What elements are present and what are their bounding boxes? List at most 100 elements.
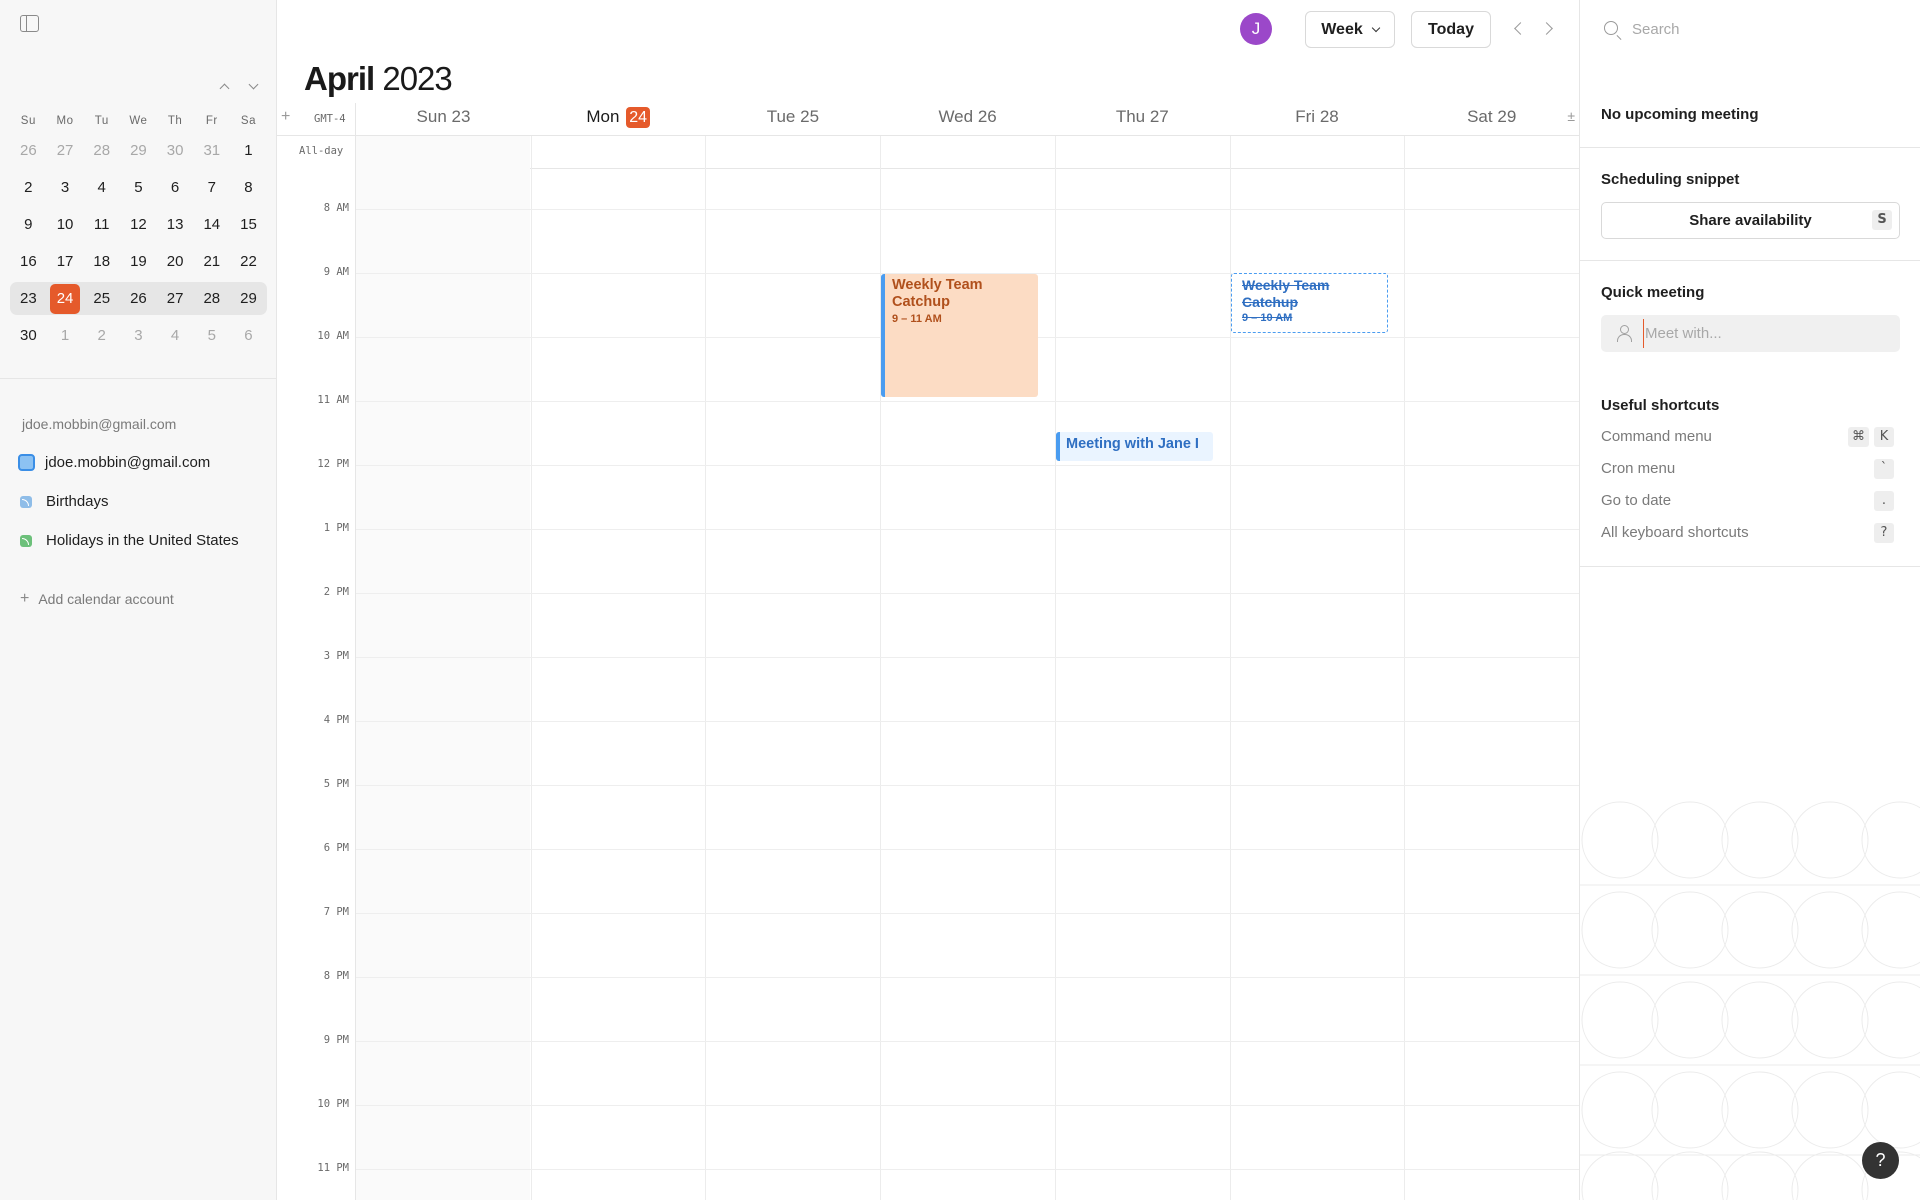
mini-calendar-day[interactable]: 20 (157, 247, 194, 277)
event-weekly-team-catchup-wed[interactable]: Weekly Team Catchup 9 – 11 AM (881, 274, 1038, 397)
day-header-wed[interactable]: Wed 26 (880, 107, 1055, 127)
calendar-item-birthdays[interactable]: Birthdays (18, 493, 109, 510)
day-header-fri[interactable]: Fri 28 (1230, 107, 1405, 127)
mini-calendar-day[interactable]: 7 (193, 173, 230, 203)
sidebar: Su Mo Tu We Th Fr Sa 26 27 28 29 30 31 1 2 3 4 5 6 7… (0, 0, 277, 1200)
add-timezone-icon[interactable]: + (281, 108, 290, 126)
mini-calendar-day[interactable]: 11 (83, 210, 120, 240)
mini-calendar-day[interactable]: 1 (47, 321, 84, 351)
day-number: 7 (207, 178, 216, 196)
day-number: 6 (244, 326, 253, 344)
calendar-item-holidays[interactable]: Holidays in the United States (18, 532, 239, 549)
mini-calendar-day[interactable]: 26 (10, 136, 47, 166)
mini-calendar-day[interactable]: 2 (83, 321, 120, 351)
mini-calendar-day[interactable]: 3 (120, 321, 157, 351)
mini-calendar-day[interactable]: 22 (230, 247, 267, 277)
hour-line (356, 1169, 1579, 1170)
mini-calendar-day[interactable]: 21 (193, 247, 230, 277)
mini-calendar-day[interactable]: 4 (83, 173, 120, 203)
day-header-sun[interactable]: Sun 23 (356, 107, 531, 127)
hour-label: 3 PM (323, 650, 349, 662)
mini-calendar-day[interactable]: 3 (47, 173, 84, 203)
shortcut-item[interactable]: Go to date. (1601, 490, 1900, 512)
event-time: 9 – 10 AM (1242, 312, 1293, 324)
day-number: 21 (203, 252, 221, 270)
hour-label: 9 AM (323, 266, 349, 278)
mini-calendar-day[interactable]: 14 (193, 210, 230, 240)
month-label: April (304, 60, 375, 97)
event-meeting-with-jane[interactable]: Meeting with Jane I (1056, 432, 1213, 461)
mini-calendar-day[interactable]: 8 (230, 173, 267, 203)
mini-calendar-day[interactable]: 15 (230, 210, 267, 240)
avatar[interactable]: J (1240, 13, 1272, 45)
mini-calendar-day[interactable]: 30 (10, 321, 47, 351)
view-select[interactable]: Week (1305, 11, 1395, 48)
mini-calendar-day[interactable]: 9 (10, 210, 47, 240)
mini-calendar-day[interactable]: 29 (230, 284, 267, 314)
mini-calendar-prev-button[interactable] (214, 76, 234, 96)
today-button[interactable]: Today (1411, 11, 1491, 48)
mini-calendar-day[interactable]: 6 (157, 173, 194, 203)
day-header-mon[interactable]: Mon 24 (531, 107, 706, 128)
help-button[interactable]: ? (1862, 1142, 1899, 1179)
quick-meeting-field[interactable] (1601, 315, 1900, 352)
prev-week-button[interactable] (1508, 19, 1528, 39)
mini-calendar: Su Mo Tu We Th Fr Sa 26 27 28 29 30 31 1 2 3 4 5 6 7… (10, 110, 267, 354)
expand-icon[interactable]: ± (1567, 108, 1575, 124)
search-input[interactable] (1632, 14, 1902, 44)
hour-line (356, 785, 1579, 786)
checkbox-icon[interactable] (18, 454, 35, 471)
mini-calendar-day[interactable]: 12 (120, 210, 157, 240)
add-calendar-account-button[interactable]: + Add calendar account (20, 590, 174, 608)
shortcut-item[interactable]: All keyboard shortcuts? (1601, 522, 1900, 544)
hour-label: 5 PM (323, 778, 349, 790)
mini-calendar-day[interactable]: 27 (47, 136, 84, 166)
mini-calendar-next-button[interactable] (243, 76, 263, 96)
shortcut-label: All keyboard shortcuts (1601, 524, 1749, 541)
mini-calendar-day[interactable]: 31 (193, 136, 230, 166)
mini-calendar-day[interactable]: 6 (230, 321, 267, 351)
weekday-label: Sa (240, 115, 256, 127)
mini-calendar-day[interactable]: 4 (157, 321, 194, 351)
mini-calendar-day[interactable]: 5 (120, 173, 157, 203)
mini-calendar-day[interactable]: 16 (10, 247, 47, 277)
mini-calendar-day[interactable]: 19 (120, 247, 157, 277)
day-header-tue[interactable]: Tue 25 (705, 107, 880, 127)
mini-calendar-day[interactable]: 26 (120, 284, 157, 314)
mini-calendar-day[interactable]: 2 (10, 173, 47, 203)
mini-calendar-day[interactable]: 1 (230, 136, 267, 166)
mini-calendar-day[interactable]: 29 (120, 136, 157, 166)
shortcut-item[interactable]: Cron menu ` (1601, 458, 1900, 480)
mini-calendar-day[interactable]: 30 (157, 136, 194, 166)
hour-label: 11 AM (317, 394, 349, 406)
right-panel: No upcoming meeting Scheduling snippet S… (1579, 0, 1920, 1200)
mini-calendar-day[interactable]: 18 (83, 247, 120, 277)
day-name: Wed (938, 107, 974, 126)
mini-calendar-day[interactable]: 10 (47, 210, 84, 240)
mini-calendar-day[interactable]: 17 (47, 247, 84, 277)
event-weekly-team-catchup-fri[interactable]: Weekly Team Catchup 9 – 10 AM (1231, 273, 1388, 333)
all-day-row[interactable] (356, 136, 1579, 169)
share-availability-button[interactable]: Share availability S (1601, 202, 1900, 239)
day-header-sat[interactable]: Sat 29 (1404, 107, 1579, 127)
next-week-button[interactable] (1539, 19, 1559, 39)
calendar-item-primary[interactable]: jdoe.mobbin@gmail.com (18, 454, 210, 471)
panel-divider (1580, 147, 1920, 148)
mini-calendar-day[interactable]: 27 (157, 284, 194, 314)
day-header-thu[interactable]: Thu 27 (1055, 107, 1230, 127)
mini-calendar-day[interactable]: 13 (157, 210, 194, 240)
all-day-label: All-day (299, 145, 344, 157)
time-grid[interactable]: 8 AM 9 AM 10 AM 11 AM 12 PM 1 PM 2 PM 3 PM 4 PM 5… (277, 103, 1579, 1200)
mini-calendar-today[interactable]: 24 (47, 283, 84, 314)
meet-with-input[interactable] (1643, 319, 1893, 348)
mini-calendar-day[interactable]: 28 (193, 284, 230, 314)
mini-calendar-day[interactable]: 25 (83, 284, 120, 314)
mini-calendar-day[interactable]: 5 (193, 321, 230, 351)
mini-calendar-day[interactable]: 28 (83, 136, 120, 166)
shortcut-item[interactable]: Command menu ⌘ K (1601, 426, 1900, 448)
day-number: 23 (20, 289, 37, 307)
sidebar-toggle-icon[interactable] (20, 15, 39, 32)
day-number: 6 (170, 178, 180, 196)
mini-calendar-day[interactable]: 23 (10, 284, 47, 314)
event-title: Weekly Team Catchup (1242, 277, 1330, 310)
